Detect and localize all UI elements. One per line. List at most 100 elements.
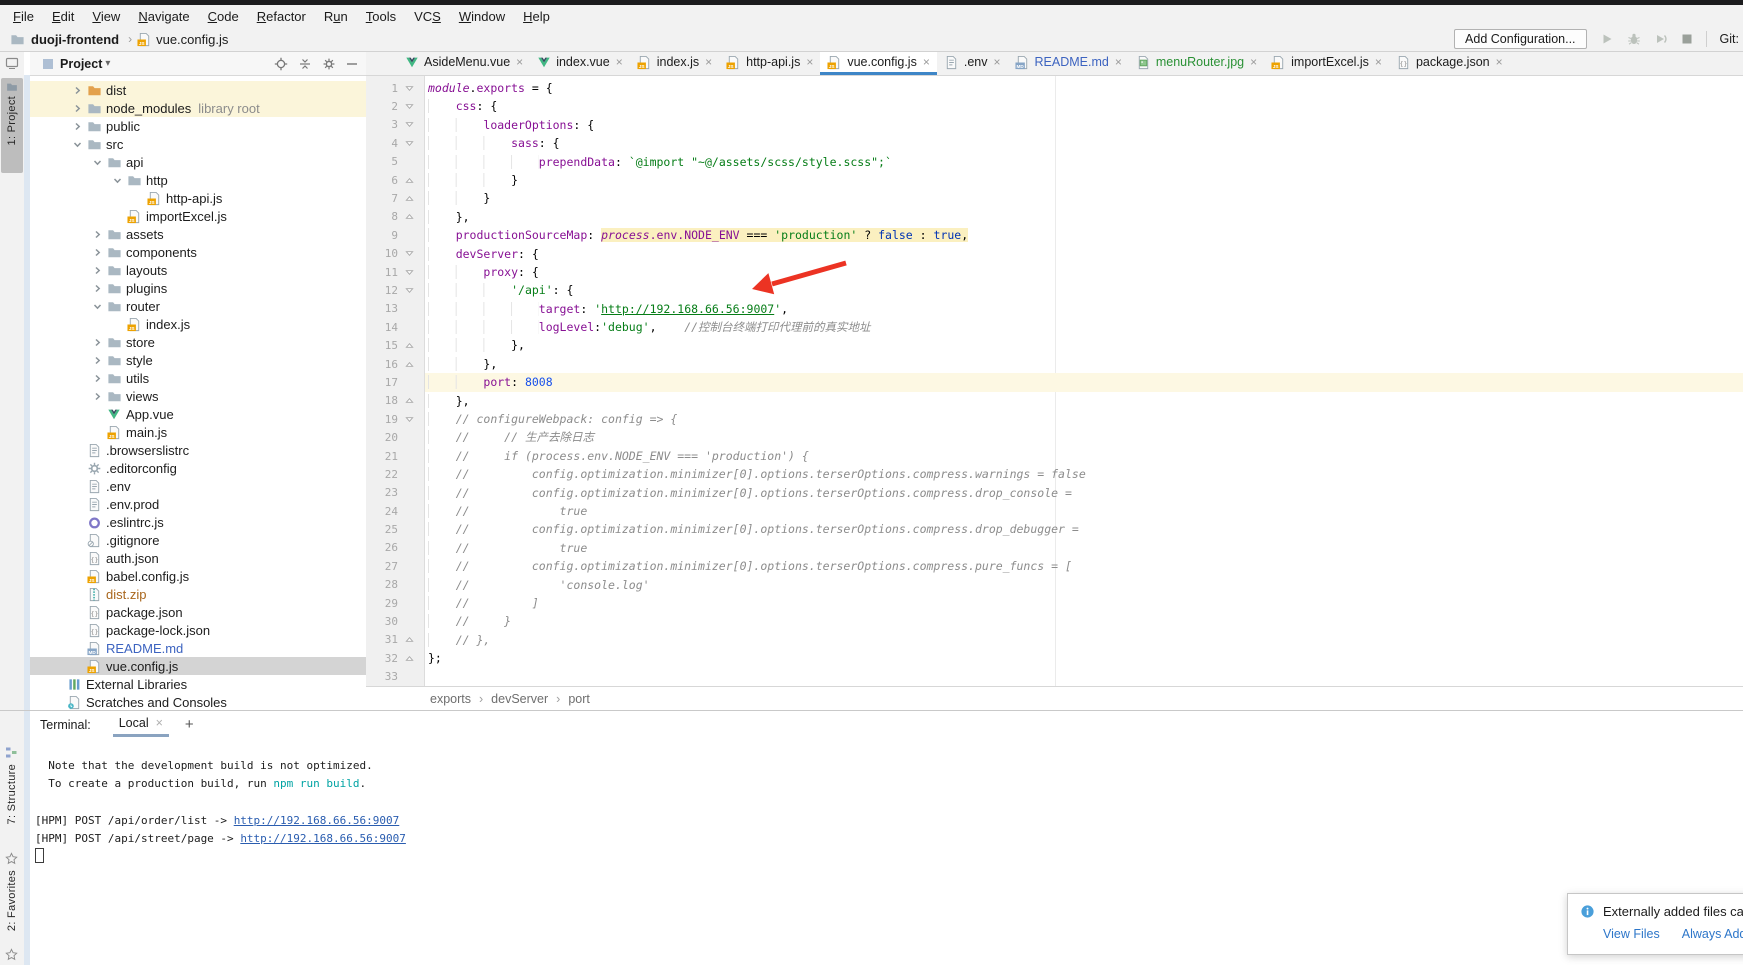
tree-item[interactable]: node_moduleslibrary root	[30, 99, 366, 117]
tree-item[interactable]: .editorconfig	[30, 459, 366, 477]
code-line[interactable]: // },	[425, 631, 1743, 649]
run-with-coverage-icon[interactable]	[1654, 32, 1668, 46]
code-line[interactable]: port: 8008	[425, 373, 1743, 391]
tab-close-icon[interactable]: ×	[1375, 55, 1382, 69]
menu-item-vcs[interactable]: VCS	[405, 9, 450, 24]
editor-tab[interactable]: JSvue.config.js×	[820, 52, 937, 75]
tree-item[interactable]: .env	[30, 477, 366, 495]
editor-tab[interactable]: JSimportExcel.js×	[1264, 52, 1389, 75]
fold-close-icon[interactable]	[398, 360, 420, 369]
tab-close-icon[interactable]: ×	[516, 55, 523, 69]
terminal-link[interactable]: http://192.168.66.56:9007	[234, 814, 400, 827]
editor-tab[interactable]: menuRouter.jpg×	[1129, 52, 1264, 75]
tab-close-icon[interactable]: ×	[806, 55, 813, 69]
project-panel-title[interactable]: Project	[60, 57, 102, 71]
tree-item[interactable]: JSimportExcel.js	[30, 207, 366, 225]
tab-close-icon[interactable]: ×	[993, 55, 1000, 69]
fold-open-icon[interactable]	[398, 268, 420, 277]
chevron-collapsed-icon[interactable]	[87, 229, 107, 240]
breadcrumb-item[interactable]: port	[568, 692, 590, 706]
menu-item-edit[interactable]: Edit	[43, 9, 83, 24]
tree-item[interactable]: MDREADME.md	[30, 639, 366, 657]
tool-window-label-favorites[interactable]: 2: Favorites	[6, 870, 18, 931]
tree-item[interactable]: JSvue.config.js	[30, 657, 366, 675]
tab-close-icon[interactable]: ×	[1496, 55, 1503, 69]
code-line[interactable]: }	[425, 171, 1743, 189]
collapse-all-icon[interactable]	[298, 57, 312, 71]
code-line[interactable]: prependData: `@import "~@/assets/scss/st…	[425, 153, 1743, 171]
breadcrumb-project[interactable]: duoji-frontend	[31, 32, 119, 47]
code-line[interactable]: // 'console.log'	[425, 576, 1743, 594]
locate-file-icon[interactable]	[274, 57, 288, 71]
tree-item[interactable]: JSbabel.config.js	[30, 567, 366, 585]
fold-open-icon[interactable]	[398, 286, 420, 295]
code-line[interactable]: // config.optimization.minimizer[0].opti…	[425, 465, 1743, 483]
fold-close-icon[interactable]	[398, 654, 420, 663]
hide-panel-icon[interactable]	[346, 58, 358, 70]
editor-tab[interactable]: JSindex.js×	[630, 52, 719, 75]
code-line[interactable]: // // 生产去除日志	[425, 428, 1743, 446]
tree-item[interactable]: api	[30, 153, 366, 171]
fold-open-icon[interactable]	[398, 139, 420, 148]
code-line[interactable]: productionSourceMap: process.env.NODE_EN…	[425, 226, 1743, 244]
tree-item[interactable]: assets	[30, 225, 366, 243]
code-line[interactable]: // true	[425, 539, 1743, 557]
fold-open-icon[interactable]	[398, 415, 420, 424]
fold-close-icon[interactable]	[398, 396, 420, 405]
fold-close-icon[interactable]	[398, 635, 420, 644]
tree-item[interactable]: layouts	[30, 261, 366, 279]
stop-icon[interactable]	[1681, 33, 1693, 45]
tree-item[interactable]: store	[30, 333, 366, 351]
tab-close-icon[interactable]: ×	[705, 55, 712, 69]
code-line[interactable]: },	[425, 392, 1743, 410]
breadcrumb-item[interactable]: exports	[430, 692, 471, 706]
tree-item[interactable]: views	[30, 387, 366, 405]
tree-item[interactable]: http	[30, 171, 366, 189]
terminal-link[interactable]: http://192.168.66.56:9007	[240, 832, 406, 845]
tree-item[interactable]: External Libraries	[30, 675, 366, 693]
tree-item[interactable]: {}package.json	[30, 603, 366, 621]
menu-item-tools[interactable]: Tools	[357, 9, 405, 24]
tree-item[interactable]: dist	[30, 81, 366, 99]
code-line[interactable]: logLevel:'debug', //控制台终端打印代理前的真实地址	[425, 318, 1743, 336]
tree-item[interactable]: .eslintrc.js	[30, 513, 366, 531]
fold-open-icon[interactable]	[398, 102, 420, 111]
chevron-collapsed-icon[interactable]	[87, 373, 107, 384]
chevron-down-icon[interactable]: ▾	[105, 58, 110, 69]
structure-icon[interactable]	[5, 746, 18, 759]
code-line[interactable]: // config.optimization.minimizer[0].opti…	[425, 484, 1743, 502]
tree-item[interactable]: .browserslistrc	[30, 441, 366, 459]
run-icon[interactable]	[1600, 32, 1614, 46]
breadcrumb-item[interactable]: devServer	[491, 692, 548, 706]
tab-close-icon[interactable]: ×	[616, 55, 623, 69]
tree-item[interactable]: JShttp-api.js	[30, 189, 366, 207]
settings-gear-icon[interactable]	[322, 57, 336, 71]
tree-item[interactable]: .gitignore	[30, 531, 366, 549]
code-line[interactable]: // }	[425, 612, 1743, 630]
close-icon[interactable]: ×	[156, 716, 163, 730]
breadcrumb-file[interactable]: vue.config.js	[156, 32, 228, 47]
tab-close-icon[interactable]: ×	[923, 55, 930, 69]
editor-tab[interactable]: {}package.json×	[1389, 52, 1510, 75]
code-line[interactable]: };	[425, 649, 1743, 667]
code-line[interactable]: // config.optimization.minimizer[0].opti…	[425, 520, 1743, 538]
fold-open-icon[interactable]	[398, 84, 420, 93]
code-line[interactable]: css: {	[425, 97, 1743, 115]
terminal-panel[interactable]: Terminal: Local × + Note that the develo…	[30, 711, 1743, 965]
code-line[interactable]: '/api': {	[425, 281, 1743, 299]
tree-item[interactable]: plugins	[30, 279, 366, 297]
tree-item[interactable]: utils	[30, 369, 366, 387]
tab-close-icon[interactable]: ×	[1250, 55, 1257, 69]
tool-window-quick-access-icon[interactable]	[5, 56, 19, 70]
code-line[interactable]: target: 'http://192.168.66.56:9007',	[425, 300, 1743, 318]
favorites-star-icon[interactable]	[5, 852, 18, 865]
tree-item[interactable]: App.vue	[30, 405, 366, 423]
chevron-collapsed-icon[interactable]	[67, 85, 87, 96]
code-editor[interactable]: 1234567891011121314151617181920212223242…	[366, 76, 1743, 686]
tree-item[interactable]: .env.prod	[30, 495, 366, 513]
code-line[interactable]: // true	[425, 502, 1743, 520]
fold-close-icon[interactable]	[398, 212, 420, 221]
editor-tab[interactable]: .env×	[937, 52, 1008, 75]
menu-item-help[interactable]: Help	[514, 9, 559, 24]
tree-item[interactable]: src	[30, 135, 366, 153]
